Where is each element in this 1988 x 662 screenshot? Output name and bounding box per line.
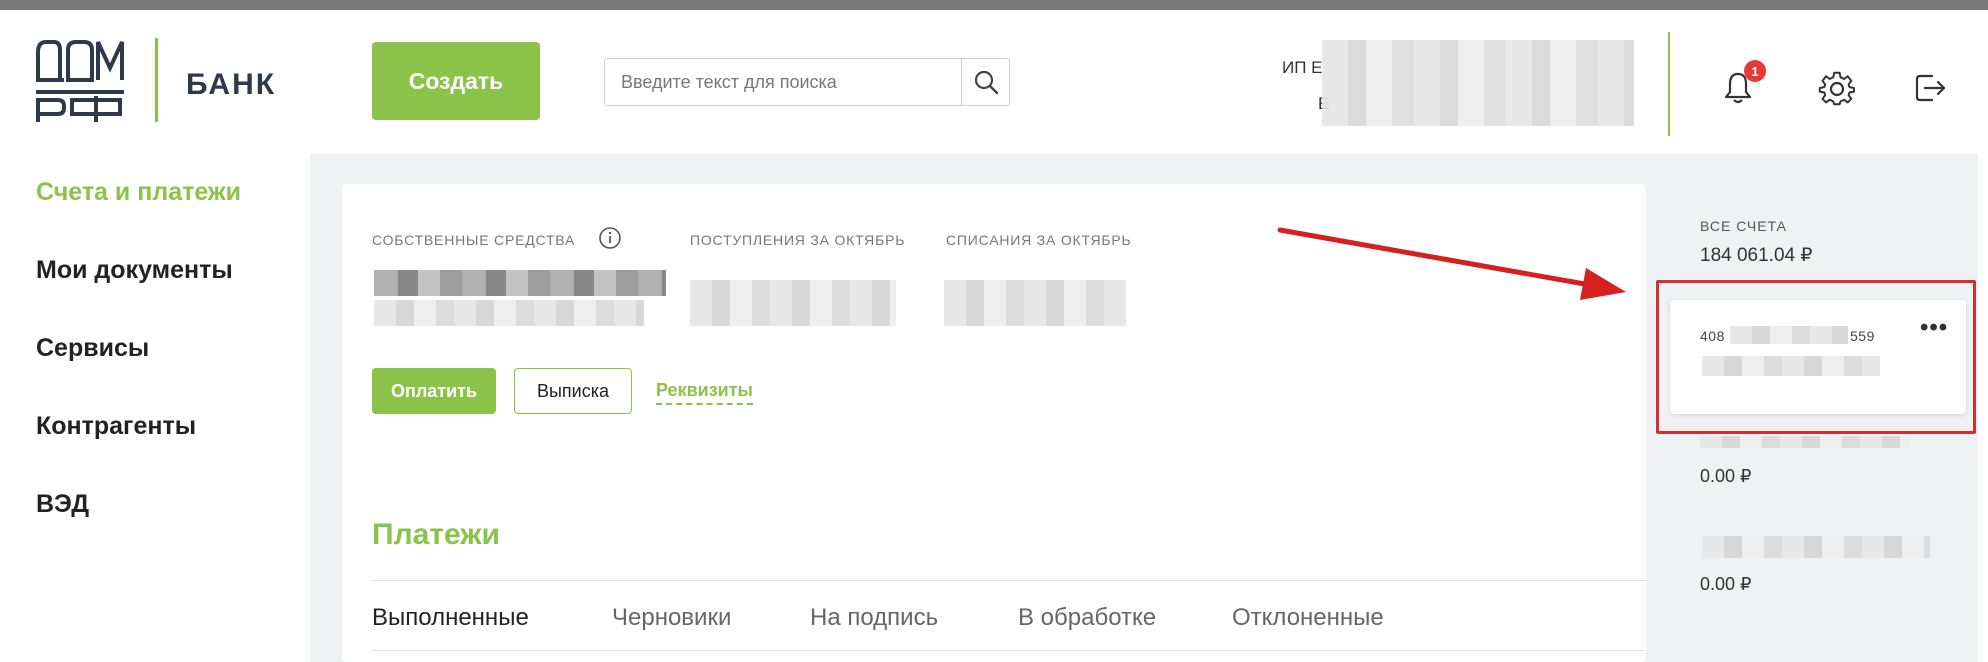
annotation-arrow — [1277, 227, 1626, 300]
window-edge — [1978, 10, 1988, 662]
